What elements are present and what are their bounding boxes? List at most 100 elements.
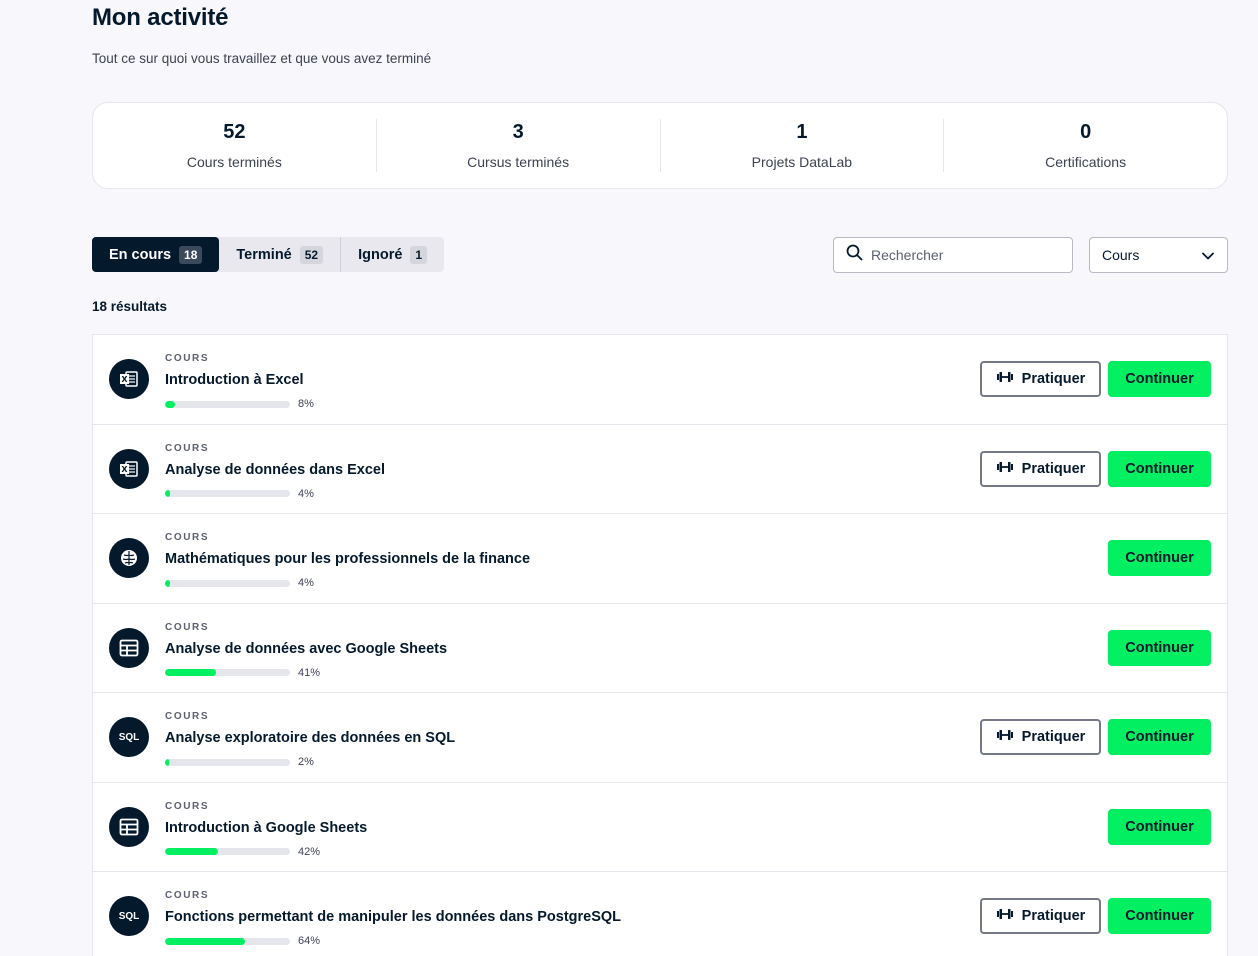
progress-fill <box>165 579 170 587</box>
course-progress: 42% <box>165 846 320 858</box>
tab-count-badge: 1 <box>410 245 428 264</box>
course-title[interactable]: Analyse de données avec Google Sheets <box>165 641 447 657</box>
progress-percent: 2% <box>298 756 314 768</box>
practice-button[interactable]: Pratiquer <box>980 898 1101 934</box>
continue-button[interactable]: Continuer <box>1108 361 1211 397</box>
course-title[interactable]: Mathématiques pour les professionnels de… <box>165 551 530 567</box>
status-tabs: En cours 18 Terminé 52 Ignoré 1 <box>92 237 445 272</box>
progress-percent: 64% <box>298 935 321 947</box>
continue-button[interactable]: Continuer <box>1108 629 1211 666</box>
stat-label: Certifications <box>1045 154 1127 170</box>
course-progress: 64% <box>165 935 320 947</box>
stats-panel: 52 Cours terminés 3 Cursus terminés 1 Pr… <box>92 102 1228 189</box>
sql-icon: SQL <box>109 896 149 936</box>
progress-track <box>165 400 290 408</box>
course-row: COURS Analyse de données avec Google She… <box>93 604 1227 693</box>
course-title[interactable]: Fonctions permettant de manipuler les do… <box>165 909 621 925</box>
spreadsheet-icon <box>109 806 149 847</box>
course-row: SQL COURS Analyse exploratoire des donné… <box>93 693 1227 783</box>
brain-icon <box>109 538 149 578</box>
type-filter-select[interactable]: Cours <box>1089 237 1228 273</box>
sql-icon-label: SQL <box>118 910 140 922</box>
dumbbell-icon <box>996 908 1014 924</box>
course-title[interactable]: Analyse exploratoire des données en SQL <box>165 730 455 746</box>
stat-label: Cours terminés <box>186 154 282 170</box>
course-type: COURS <box>165 532 210 543</box>
progress-percent: 4% <box>298 487 314 500</box>
search-input[interactable] <box>871 247 1061 263</box>
course-type: COURS <box>165 621 210 633</box>
stat-value: 0 <box>1080 121 1092 143</box>
course-row: X COURS Analyse de données dans Excel 4%… <box>93 425 1227 514</box>
course-type: COURS <box>165 442 210 454</box>
progress-fill <box>165 758 169 766</box>
practice-button-label: Pratiquer <box>1021 460 1086 477</box>
continue-button[interactable]: Continuer <box>1108 540 1211 576</box>
stat-value: 3 <box>512 121 524 143</box>
progress-fill <box>165 400 175 408</box>
course-row: COURS Introduction à Google Sheets 42% C… <box>93 783 1227 872</box>
page-subtitle: Tout ce sur quoi vous travaillez et que … <box>92 51 432 66</box>
practice-button-label: Pratiquer <box>1021 729 1086 745</box>
progress-percent: 42% <box>298 845 321 858</box>
stat-value: 52 <box>223 121 246 143</box>
progress-fill <box>165 490 170 497</box>
course-progress: 8% <box>165 398 314 410</box>
course-type: COURS <box>165 711 210 722</box>
stat-value: 1 <box>796 121 808 143</box>
tab-ignored[interactable]: Ignoré 1 <box>341 237 444 272</box>
course-progress: 4% <box>165 488 314 500</box>
tab-label: En cours <box>109 246 172 263</box>
course-progress: 4% <box>165 577 314 589</box>
course-list: X COURS Introduction à Excel 8% Pratique… <box>92 334 1228 956</box>
progress-fill <box>165 669 217 676</box>
spreadsheet-icon <box>109 627 149 668</box>
results-count: 18 résultats <box>92 299 168 314</box>
tab-completed[interactable]: Terminé 52 <box>219 237 342 272</box>
progress-track <box>165 937 290 945</box>
progress-percent: 41% <box>298 666 321 679</box>
progress-track <box>165 848 290 855</box>
continue-button[interactable]: Continuer <box>1108 898 1211 934</box>
course-type: COURS <box>165 353 210 364</box>
search-box[interactable] <box>833 237 1073 273</box>
progress-percent: 4% <box>298 577 314 589</box>
course-title[interactable]: Introduction à Google Sheets <box>165 820 367 836</box>
course-title[interactable]: Introduction à Excel <box>165 372 304 388</box>
sql-icon-label: SQL <box>118 731 140 743</box>
dumbbell-icon <box>996 461 1014 477</box>
progress-track <box>165 669 290 676</box>
dumbbell-icon <box>996 371 1014 387</box>
continue-button[interactable]: Continuer <box>1108 808 1211 845</box>
progress-track <box>165 579 290 587</box>
course-title[interactable]: Analyse de données dans Excel <box>165 462 385 478</box>
progress-percent: 8% <box>298 398 314 410</box>
sql-icon: SQL <box>109 717 149 757</box>
practice-button[interactable]: Pratiquer <box>980 719 1101 755</box>
excel-icon: X <box>109 448 149 489</box>
dumbbell-icon <box>996 729 1014 745</box>
stat-certifications: 0 Certifications <box>944 119 1227 172</box>
stat-label: Cursus terminés <box>467 154 570 170</box>
chevron-down-icon <box>1202 247 1214 263</box>
practice-button[interactable]: Pratiquer <box>980 361 1101 397</box>
tab-in-progress[interactable]: En cours 18 <box>92 237 220 272</box>
search-icon <box>846 244 863 266</box>
tab-count-badge: 52 <box>299 245 324 264</box>
practice-button-label: Pratiquer <box>1021 371 1086 387</box>
tab-count-badge: 18 <box>179 245 203 264</box>
filter-selected-value: Cours <box>1102 247 1140 263</box>
svg-text:X: X <box>121 465 128 474</box>
course-row: X COURS Introduction à Excel 8% Pratique… <box>93 335 1227 425</box>
continue-button[interactable]: Continuer <box>1108 450 1211 487</box>
practice-button[interactable]: Pratiquer <box>980 450 1101 487</box>
course-progress: 41% <box>165 667 320 679</box>
tab-label: Ignoré <box>358 246 403 263</box>
page-title: Mon activité <box>92 4 229 31</box>
continue-button[interactable]: Continuer <box>1108 719 1211 755</box>
course-row: COURS Mathématiques pour les professionn… <box>93 514 1227 604</box>
excel-icon: X <box>109 359 149 399</box>
stat-tracks-completed: 3 Cursus terminés <box>377 119 661 172</box>
svg-text:X: X <box>121 375 128 384</box>
course-type: COURS <box>165 800 210 812</box>
